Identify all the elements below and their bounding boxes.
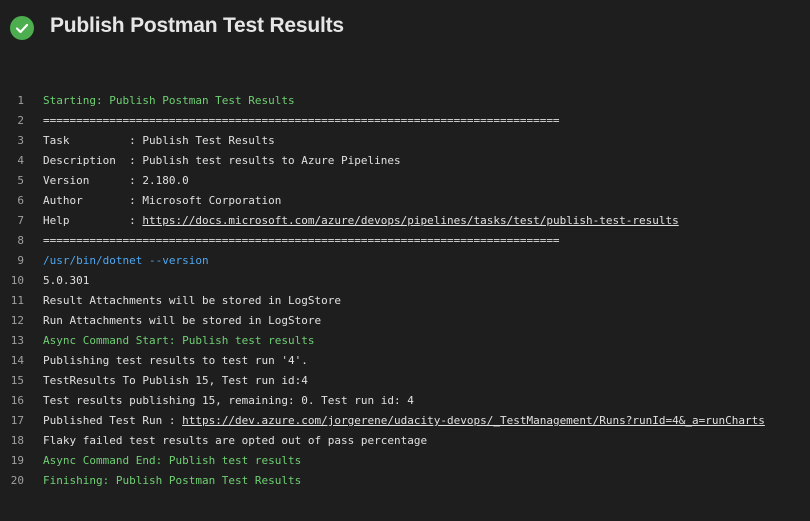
line-number: 18 [10, 434, 24, 447]
line-content: Async Command End: Publish test results [43, 454, 302, 467]
line-text: Result Attachments will be stored in Log… [43, 291, 341, 311]
log-line: 20 Finishing: Publish Postman Test Result… [0, 471, 810, 491]
log-line: 11 Result Attachments will be stored in L… [0, 291, 810, 311]
log-line: 5 Version : 2.180.0 [0, 171, 810, 191]
line-content: Async Command Start: Publish test result… [43, 334, 315, 347]
line-text: Published Test Run : https://dev.azure.c… [43, 411, 765, 431]
log-line: 16 Test results publishing 15, remaining:… [0, 391, 810, 411]
line-content: ========================================… [43, 234, 560, 247]
line-text: Flaky failed test results are opted out … [43, 431, 427, 451]
line-text: Finishing: Publish Postman Test Results [43, 471, 301, 491]
line-number: 7 [17, 214, 24, 227]
line-text: Run Attachments will be stored in LogSto… [43, 311, 321, 331]
log-line: 7 Help : https://docs.microsoft.com/azure… [0, 211, 810, 231]
line-number: 10 [10, 274, 24, 287]
line-text: Version : 2.180.0 [43, 171, 189, 191]
log-line: 4 Description : Publish test results to A… [0, 151, 810, 171]
line-text: 5.0.301 [43, 271, 89, 291]
line-text: Test results publishing 15, remaining: 0… [43, 391, 414, 411]
line-number: 12 [10, 314, 24, 327]
log-line: 13 Async Command Start: Publish test resu… [0, 331, 810, 351]
check-circle-icon [10, 16, 34, 40]
line-content: Run Attachments will be stored in LogSto… [43, 314, 322, 327]
line-content: Published Test Run : [43, 414, 183, 427]
line-number: 6 [17, 194, 24, 207]
line-content: TestResults To Publish 15, Test run id:4 [43, 374, 308, 387]
log-line: 6 Author : Microsoft Corporation [0, 191, 810, 211]
log-line: 2 =======================================… [0, 111, 810, 131]
line-text: ========================================… [43, 111, 560, 131]
line-number: 4 [17, 154, 24, 167]
line-number: 17 [10, 414, 24, 427]
line-number: 14 [10, 354, 24, 367]
log-link[interactable]: https://dev.azure.com/jorgerene/udacity-… [182, 414, 765, 427]
log-line: 19 Async Command End: Publish test result… [0, 451, 810, 471]
line-content: Version : 2.180.0 [43, 174, 189, 187]
line-number: 13 [10, 334, 24, 347]
log-output: 1 Starting: Publish Postman Test Results 2… [0, 91, 810, 491]
log-line: 3 Task : Publish Test Results [0, 131, 810, 151]
line-content: 5.0.301 [43, 274, 90, 287]
task-header: Publish Postman Test Results [0, 0, 810, 56]
line-text: /usr/bin/dotnet --version [43, 251, 209, 271]
line-text: Async Command Start: Publish test result… [43, 331, 315, 351]
line-content: Test results publishing 15, remaining: 0… [43, 394, 414, 407]
line-text: ========================================… [43, 231, 560, 251]
line-number: 15 [10, 374, 24, 387]
line-number: 5 [17, 174, 24, 187]
log-line: 1 Starting: Publish Postman Test Results [0, 91, 810, 111]
line-content: Finishing: Publish Postman Test Results [43, 474, 302, 487]
log-line: 18 Flaky failed test results are opted ou… [0, 431, 810, 451]
line-content: Publishing test results to test run '4'. [43, 354, 308, 367]
line-number: 19 [10, 454, 24, 467]
log-line: 17 Published Test Run : https://dev.azure… [0, 411, 810, 431]
line-content: Description : Publish test results to Az… [43, 154, 401, 167]
log-line: 15 TestResults To Publish 15, Test run id… [0, 371, 810, 391]
log-line: 9/usr/bin/dotnet --version [0, 251, 810, 271]
page-title: Publish Postman Test Results [50, 14, 344, 37]
line-number: 11 [10, 294, 24, 307]
log-line: 12 Run Attachments will be stored in LogS… [0, 311, 810, 331]
line-number: 16 [10, 394, 24, 407]
log-link[interactable]: https://docs.microsoft.com/azure/devops/… [142, 214, 678, 227]
line-number: 20 [10, 474, 24, 487]
line-text: Starting: Publish Postman Test Results [43, 91, 295, 111]
line-text: Async Command End: Publish test results [43, 451, 301, 471]
line-content: ========================================… [43, 114, 560, 127]
line-content: Result Attachments will be stored in Log… [43, 294, 342, 307]
line-number: 1 [17, 94, 24, 107]
line-number: 3 [17, 134, 24, 147]
line-text: Author : Microsoft Corporation [43, 191, 281, 211]
line-content: Author : Microsoft Corporation [43, 194, 282, 207]
log-line: 8 =======================================… [0, 231, 810, 251]
line-content: Task : Publish Test Results [43, 134, 275, 147]
line-text: Help : https://docs.microsoft.com/azure/… [43, 211, 679, 231]
line-text: Task : Publish Test Results [43, 131, 275, 151]
line-number: 9 [17, 254, 24, 267]
line-content: Starting: Publish Postman Test Results [43, 94, 295, 107]
log-line: 10 5.0.301 [0, 271, 810, 291]
log-line: 14 Publishing test results to test run '4… [0, 351, 810, 371]
line-text: Description : Publish test results to Az… [43, 151, 401, 171]
line-text: TestResults To Publish 15, Test run id:4 [43, 371, 308, 391]
line-text: Publishing test results to test run '4'. [43, 351, 308, 371]
line-content: Help : [43, 214, 143, 227]
line-number: 2 [17, 114, 24, 127]
line-number: 8 [17, 234, 24, 247]
line-content: /usr/bin/dotnet --version [43, 254, 209, 267]
line-content: Flaky failed test results are opted out … [43, 434, 428, 447]
